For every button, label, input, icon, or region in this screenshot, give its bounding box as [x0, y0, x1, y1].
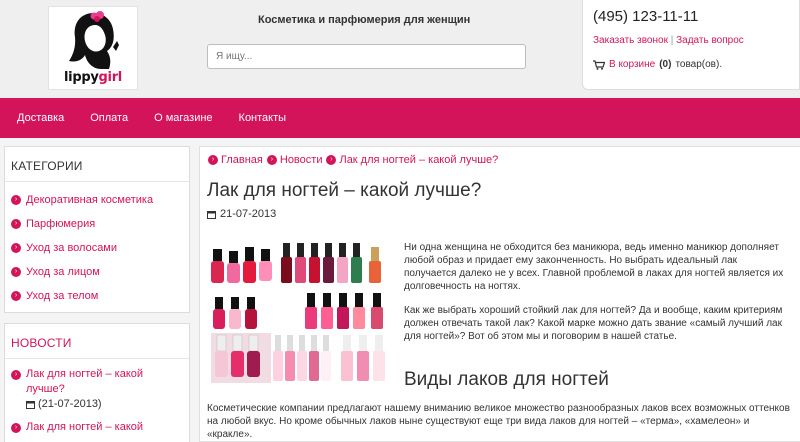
girl-silhouette-icon — [69, 11, 119, 69]
article-paragraph: Как же выбрать хороший стойкий лак для н… — [404, 305, 783, 342]
news-date-text: (21-07-2013) — [38, 398, 102, 410]
search-input[interactable] — [207, 44, 526, 69]
link-separator: | — [670, 35, 674, 46]
header: lippygirl Косметика и парфюмерия для жен… — [0, 0, 800, 98]
category-item[interactable]: › Декоративная косметика — [11, 188, 189, 212]
chevron-right-icon: › — [11, 243, 21, 253]
logo-text-accent: girl — [98, 70, 123, 85]
news-item: › Лак для ногтей – какой — [5, 412, 189, 435]
news-panel: НОВОСТИ › Лак для ногтей – какой лучше? (… — [4, 323, 190, 442]
breadcrumb-item[interactable]: › Главная — [208, 154, 263, 166]
news-item: › Лак для ногтей – какой лучше? (21-07-20… — [5, 359, 189, 412]
calendar-icon — [26, 401, 35, 409]
category-item[interactable]: › Уход за лицом — [11, 260, 189, 284]
cart-count: (0) — [659, 59, 672, 70]
breadcrumb-item[interactable]: › Новости — [266, 154, 323, 166]
category-label: Уход за лицом — [26, 266, 100, 278]
categories-title: КАТЕГОРИИ — [5, 147, 189, 182]
cart-icon — [593, 59, 605, 70]
news-item-title: Лак для ногтей – какой — [26, 421, 144, 433]
nav-about[interactable]: О магазине — [141, 98, 225, 138]
news-link[interactable]: › Лак для ногтей – какой — [11, 420, 183, 435]
main-content: › Главная › Новости › Лак для ногтей – како… — [199, 146, 800, 442]
news-date: (21-07-2013) — [11, 397, 183, 412]
news-title: НОВОСТИ — [5, 324, 189, 359]
chevron-right-icon: › — [208, 155, 218, 165]
chevron-right-icon: › — [11, 195, 21, 205]
news-link[interactable]: › Лак для ногтей – какой лучше? — [11, 367, 183, 397]
categories-panel: КАТЕГОРИИ › Декоративная косметика › Парфю… — [4, 146, 190, 313]
nail-polish-bottles-image — [207, 239, 397, 387]
calendar-icon — [207, 210, 216, 219]
breadcrumb: › Главная › Новости › Лак для ногтей – како… — [208, 154, 502, 166]
category-label: Уход за волосами — [26, 242, 118, 254]
contact-links: Заказать звонок | Задать вопрос — [593, 35, 744, 46]
category-item[interactable]: › Парфюмерия — [11, 212, 189, 236]
site-tagline: Косметика и парфюмерия для женщин — [258, 14, 471, 26]
chevron-right-icon: › — [326, 155, 337, 165]
chevron-right-icon: › — [11, 423, 21, 433]
article-paragraph: Ни одна женщина не обходится без маникюр… — [404, 242, 784, 292]
article-title: Лак для ногтей – какой лучше? — [207, 180, 482, 201]
article-date: 21-07-2013 — [207, 208, 276, 220]
chevron-right-icon: › — [11, 219, 21, 229]
chevron-right-icon: › — [266, 155, 277, 165]
article-paragraph: Косметические компании предлагают нашему… — [207, 403, 790, 440]
news-item-title: Лак для ногтей – какой лучше? — [26, 368, 144, 395]
logo-text-dark: lippy — [64, 70, 99, 85]
breadcrumb-label: Главная — [221, 154, 263, 166]
contact-box: (495) 123-11-11 Заказать звонок | Задать… — [582, 0, 800, 90]
category-item[interactable]: › Уход за телом — [11, 284, 189, 308]
category-item[interactable]: › Уход за волосами — [11, 236, 189, 260]
article-date-text: 21-07-2013 — [220, 208, 277, 220]
breadcrumb-item[interactable]: › Лак для ногтей – какой лучше? — [326, 154, 498, 166]
category-label: Уход за телом — [26, 290, 99, 302]
breadcrumb-label: Лак для ногтей – какой лучше? — [339, 154, 499, 166]
breadcrumb-label: Новости — [279, 154, 323, 166]
article-subheading: Виды лаков для ногтей — [404, 369, 609, 390]
cart-suffix: товар(ов). — [675, 59, 723, 70]
site-logo[interactable]: lippygirl — [48, 6, 138, 90]
cart-link[interactable]: В корзине — [609, 59, 655, 70]
nav-payment[interactable]: Оплата — [77, 98, 141, 138]
category-label: Парфюмерия — [26, 218, 96, 230]
chevron-right-icon: › — [11, 370, 21, 380]
main-nav: Доставка Оплата О магазине Контакты — [0, 98, 800, 138]
logo-text: lippygirl — [49, 70, 137, 85]
phone-number: (495) 123-11-11 — [593, 8, 699, 25]
chevron-right-icon: › — [11, 291, 21, 301]
category-label: Декоративная косметика — [26, 194, 154, 206]
chevron-right-icon: › — [11, 267, 21, 277]
cart-summary[interactable]: В корзине (0) товар(ов). — [593, 59, 722, 70]
nav-contacts[interactable]: Контакты — [226, 98, 300, 138]
categories-list: › Декоративная косметика › Парфюмерия › Ухо… — [5, 182, 189, 308]
ask-question-link[interactable]: Задать вопрос — [676, 35, 744, 46]
nav-delivery[interactable]: Доставка — [0, 98, 77, 138]
callback-link[interactable]: Заказать звонок — [593, 35, 668, 46]
